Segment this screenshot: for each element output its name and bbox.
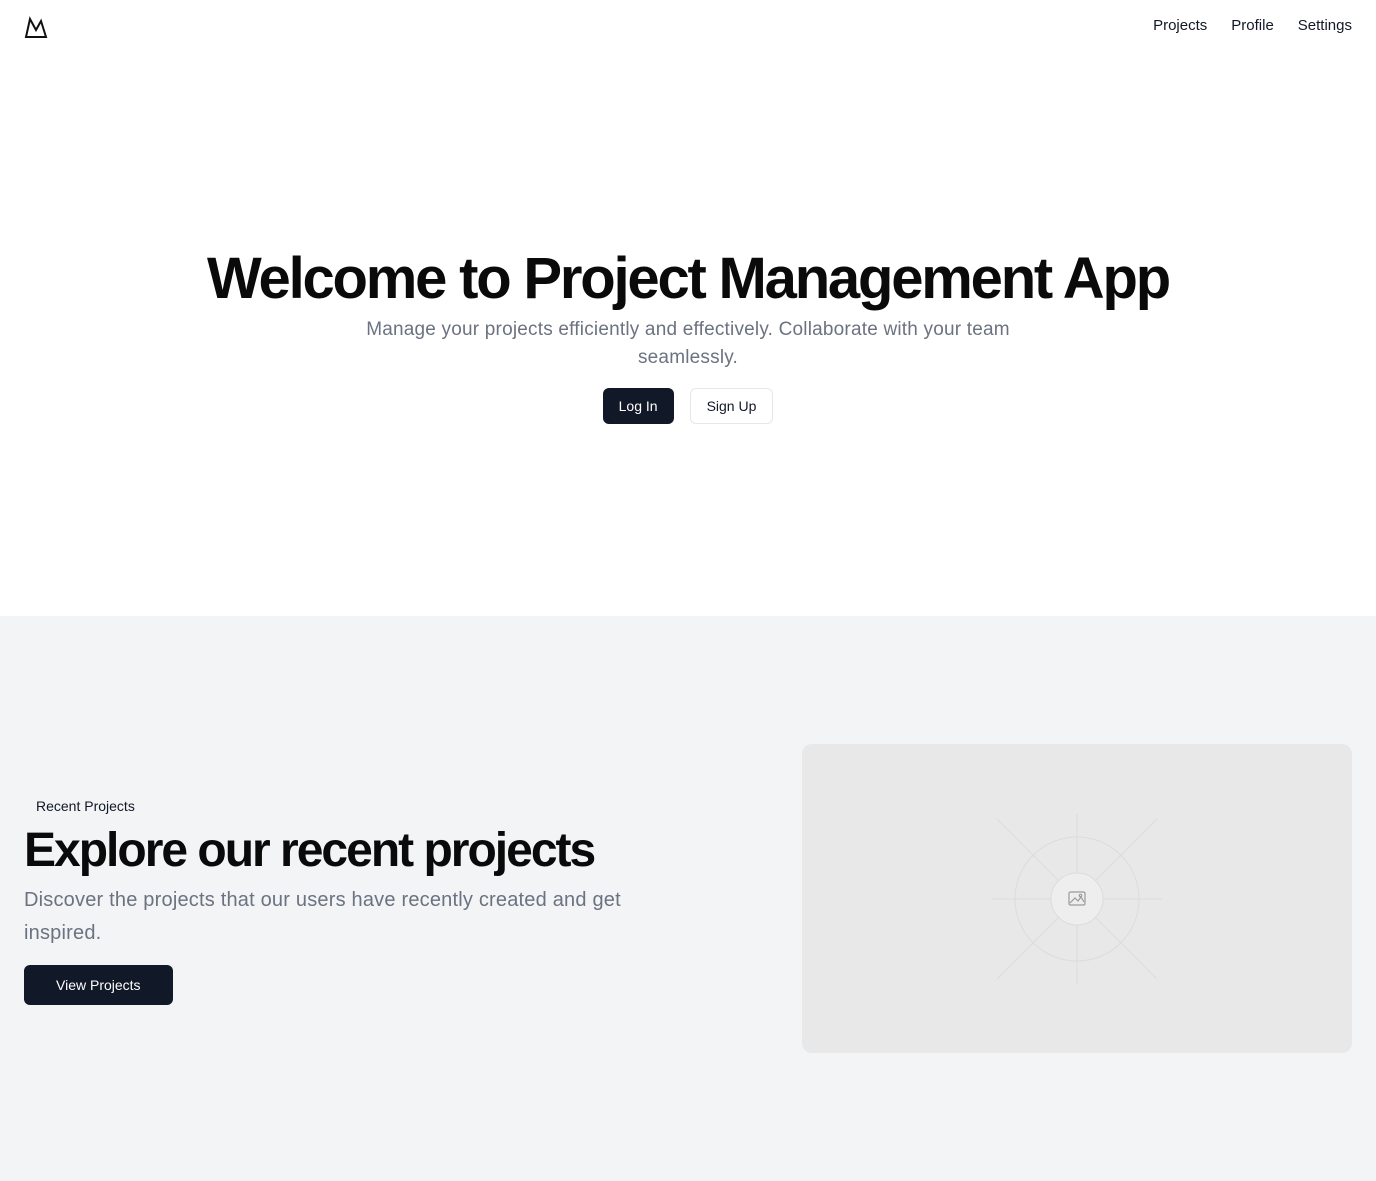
- hero-title: Welcome to Project Management App: [207, 246, 1171, 311]
- recent-projects-section: Recent Projects Explore our recent proje…: [0, 616, 1376, 1181]
- signup-button[interactable]: Sign Up: [689, 388, 774, 424]
- hero-subtitle: Manage your projects efficiently and eff…: [366, 319, 1010, 368]
- image-placeholder-icon: [992, 814, 1162, 984]
- mountain-logo-icon[interactable]: [24, 16, 48, 40]
- site-header: Projects Profile Settings: [0, 0, 1376, 56]
- section-title: Explore our recent projects: [24, 824, 596, 877]
- section-badge: Recent Projects: [36, 798, 135, 814]
- nav-link-profile[interactable]: Profile: [1231, 17, 1274, 34]
- hero-actions: Log In Sign Up: [0, 388, 1376, 424]
- login-button[interactable]: Log In: [602, 388, 674, 424]
- view-projects-button[interactable]: View Projects: [24, 965, 173, 1005]
- main-nav: Projects Profile Settings: [1153, 17, 1352, 34]
- section-description: Discover the projects that our users hav…: [24, 889, 621, 944]
- nav-link-projects[interactable]: Projects: [1153, 17, 1207, 34]
- project-image-placeholder: [802, 744, 1352, 1053]
- hero-section: Welcome to Project Management App Manage…: [0, 56, 1376, 616]
- nav-link-settings[interactable]: Settings: [1298, 17, 1352, 34]
